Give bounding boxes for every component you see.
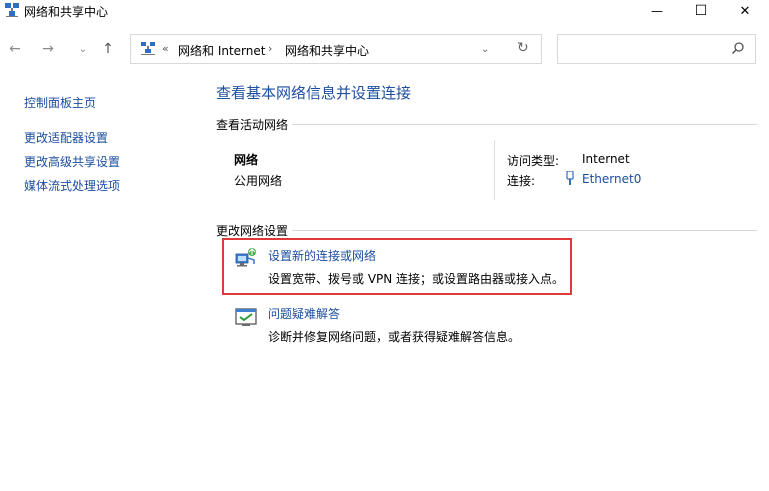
setup-new-connection-link[interactable]: 设置新的连接或网络 xyxy=(268,247,376,264)
recent-locations-button[interactable]: ⌄ xyxy=(74,40,92,58)
page-title: 查看基本网络信息并设置连接 xyxy=(216,84,412,102)
close-button[interactable]: ✕ xyxy=(722,0,768,22)
network-setup-icon[interactable] xyxy=(234,246,258,268)
chevron-down-icon: ⌄ xyxy=(78,43,88,55)
close-icon: ✕ xyxy=(739,3,751,19)
breadcrumb-overflow-icon[interactable]: « xyxy=(162,42,169,55)
address-dropdown-icon[interactable]: ⌄ xyxy=(481,44,489,55)
ethernet-icon xyxy=(566,171,574,185)
minimize-icon: — xyxy=(651,4,663,18)
access-type-label: 访问类型: xyxy=(507,154,560,168)
section-divider xyxy=(292,230,757,231)
sidebar-item-media-streaming[interactable]: 媒体流式处理选项 xyxy=(24,177,120,194)
active-networks-header: 查看活动网络 xyxy=(216,118,289,132)
minimize-button[interactable]: — xyxy=(634,0,680,22)
troubleshoot-description: 诊断并修复网络问题，或者获得疑难解答信息。 xyxy=(268,330,521,344)
troubleshoot-icon[interactable] xyxy=(234,306,258,328)
forward-button[interactable]: → xyxy=(39,40,57,58)
vertical-divider xyxy=(494,140,495,200)
breadcrumb-network-internet[interactable]: 网络和 Internet xyxy=(178,42,265,59)
sidebar-item-adapter-settings[interactable]: 更改适配器设置 xyxy=(24,129,108,146)
window-title: 网络和共享中心 xyxy=(24,5,109,19)
maximize-icon: ☐ xyxy=(694,3,708,19)
refresh-icon[interactable]: ↻ xyxy=(517,40,529,56)
network-name: 网络 xyxy=(234,153,259,167)
search-input[interactable] xyxy=(557,34,756,64)
setup-new-connection-description: 设置宽带、拨号或 VPN 连接；或设置路由器或接入点。 xyxy=(268,272,565,286)
arrow-left-icon: ← xyxy=(9,41,21,57)
up-button[interactable]: ↑ xyxy=(99,40,117,58)
search-icon[interactable] xyxy=(731,41,745,55)
sidebar-item-control-panel-home[interactable]: 控制面板主页 xyxy=(24,94,96,111)
arrow-up-icon: ↑ xyxy=(102,41,114,57)
troubleshoot-link[interactable]: 问题疑难解答 xyxy=(268,305,340,322)
sidebar-item-advanced-sharing[interactable]: 更改高级共享设置 xyxy=(24,153,120,170)
access-type-value: Internet xyxy=(582,152,630,166)
section-divider xyxy=(292,124,757,125)
arrow-right-icon: → xyxy=(42,41,54,57)
connection-label: 连接: xyxy=(507,174,536,188)
network-location-icon xyxy=(141,42,155,55)
back-button[interactable]: ← xyxy=(6,40,24,58)
network-app-icon xyxy=(5,3,19,17)
maximize-button[interactable]: ☐ xyxy=(678,0,724,22)
network-profile: 公用网络 xyxy=(234,174,283,188)
change-settings-header: 更改网络设置 xyxy=(216,224,289,238)
breadcrumb-sharing-center[interactable]: 网络和共享中心 xyxy=(285,42,369,59)
connection-link-ethernet[interactable]: Ethernet0 xyxy=(582,172,641,186)
breadcrumb-separator-icon[interactable]: › xyxy=(268,42,272,55)
